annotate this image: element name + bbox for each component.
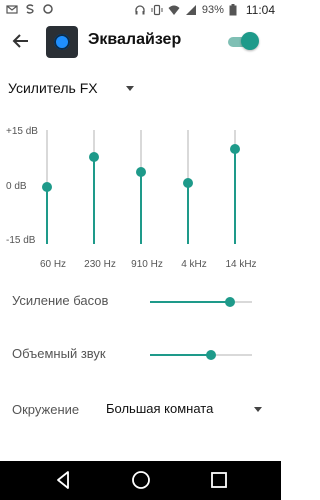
equalizer-bands: 60 Hz 230 Hz 910 Hz 4 kHz 14 kHz [0,120,281,280]
ring-icon [42,3,54,15]
signal-icon [185,4,197,16]
nav-back-icon[interactable] [52,469,74,491]
environment-dropdown[interactable]: Большая комната [106,401,213,416]
eq-band-thumb[interactable] [136,166,146,177]
equalizer-app-icon [46,26,78,58]
equalizer-enable-toggle[interactable] [228,32,259,50]
nav-home-icon[interactable] [130,469,152,491]
eq-band-thumb[interactable] [89,151,99,162]
eq-band-label: 910 Hz [131,259,163,270]
toggle-knob [241,32,259,50]
vibrate-icon [151,4,163,16]
eq-band-label: 60 Hz [39,259,67,270]
eq-band-fill [46,187,48,244]
eq-band-fill [234,149,236,244]
eq-band-label: 14 kHz [225,259,257,270]
s-app-icon [24,3,36,15]
eq-band-thumb[interactable] [42,182,52,192]
eq-band-fill [140,171,142,244]
surround-slider-thumb[interactable] [206,350,217,360]
eq-band-fill [93,156,95,244]
mail-icon [6,3,18,15]
wifi-icon [168,4,180,16]
headphones-icon [134,4,146,16]
environment-label: Окружение [12,402,80,417]
preset-dropdown[interactable]: Усилитель FX [8,80,98,96]
status-bar: 93% 11:04 [0,0,281,20]
dropdown-arrow-icon[interactable] [126,86,134,91]
battery-percent: 93% [201,4,224,16]
bass-boost-slider-thumb[interactable] [224,297,235,307]
eq-band-thumb[interactable] [230,144,240,154]
battery-icon [229,4,241,16]
bass-boost-label: Усиление басов [12,293,109,308]
eq-band-label: 230 Hz [84,259,116,270]
system-nav-bar [0,461,281,500]
eq-band-thumb[interactable] [183,178,193,189]
eq-band-label: 4 kHz [181,259,207,270]
surround-slider-fill [150,354,212,356]
clock: 11:04 [245,3,275,17]
page-title: Эквалайзер [88,31,182,48]
eq-band-fill [187,183,189,244]
dropdown-arrow-icon[interactable] [254,407,262,412]
surround-label: Объемный звук [12,346,106,361]
nav-recents-icon[interactable] [208,469,230,491]
app-toolbar: Эквалайзер [0,20,281,62]
bass-boost-slider-fill [150,301,230,303]
back-arrow-icon[interactable] [10,30,32,52]
